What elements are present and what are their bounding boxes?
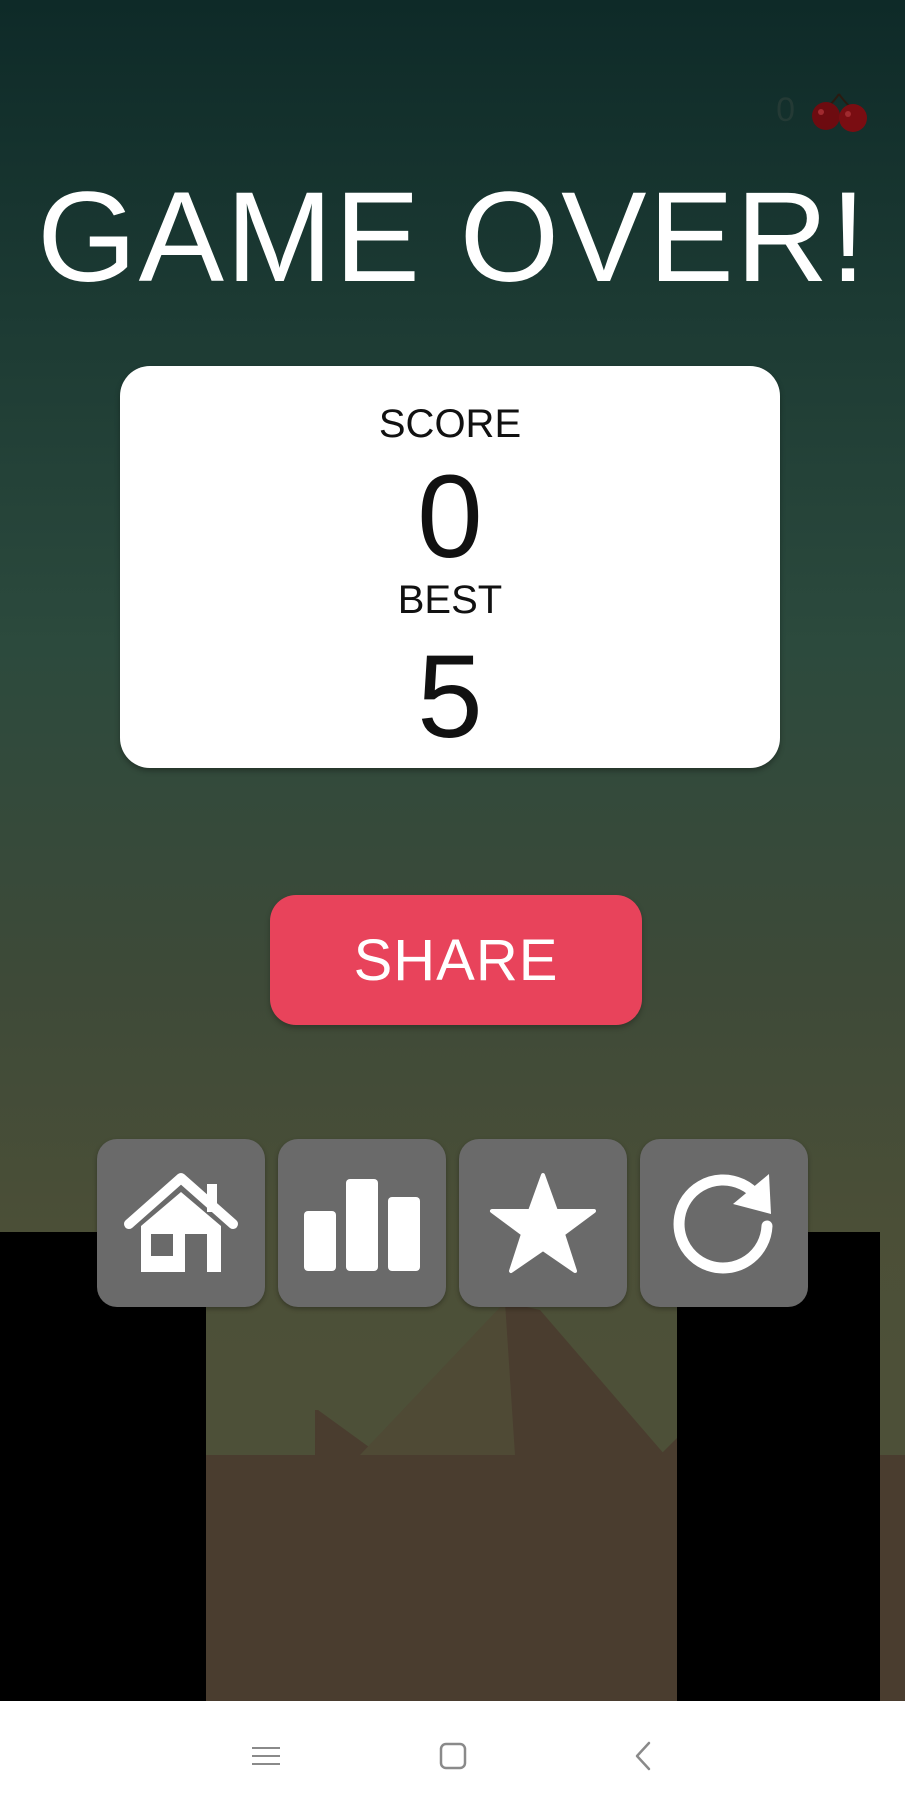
leaderboard-button[interactable]	[278, 1139, 446, 1307]
rate-button[interactable]	[459, 1139, 627, 1307]
home-button[interactable]	[97, 1139, 265, 1307]
restart-button[interactable]	[640, 1139, 808, 1307]
cherry-counter: 0	[776, 88, 871, 132]
score-label: SCORE	[378, 402, 522, 446]
menu-button[interactable]	[246, 1738, 286, 1774]
score-value: 0	[417, 451, 483, 583]
best-label: BEST	[397, 578, 503, 622]
restart-icon	[673, 1174, 773, 1274]
star-icon	[490, 1173, 596, 1273]
back-button[interactable]	[623, 1738, 663, 1774]
nav-home-button[interactable]	[433, 1738, 473, 1774]
leaderboard-icon	[304, 1179, 420, 1271]
menu-icon	[252, 1747, 280, 1765]
score-card: SCORE 0 BEST 5	[120, 366, 780, 768]
cherry-icon	[812, 93, 867, 132]
home-square-icon	[439, 1742, 467, 1770]
game-over-title: GAME OVER!	[37, 166, 868, 309]
best-value: 5	[417, 631, 483, 763]
share-button[interactable]: SHARE	[270, 895, 642, 1025]
back-icon	[635, 1741, 651, 1771]
cherry-count: 0	[776, 90, 795, 129]
home-icon	[124, 1173, 238, 1272]
